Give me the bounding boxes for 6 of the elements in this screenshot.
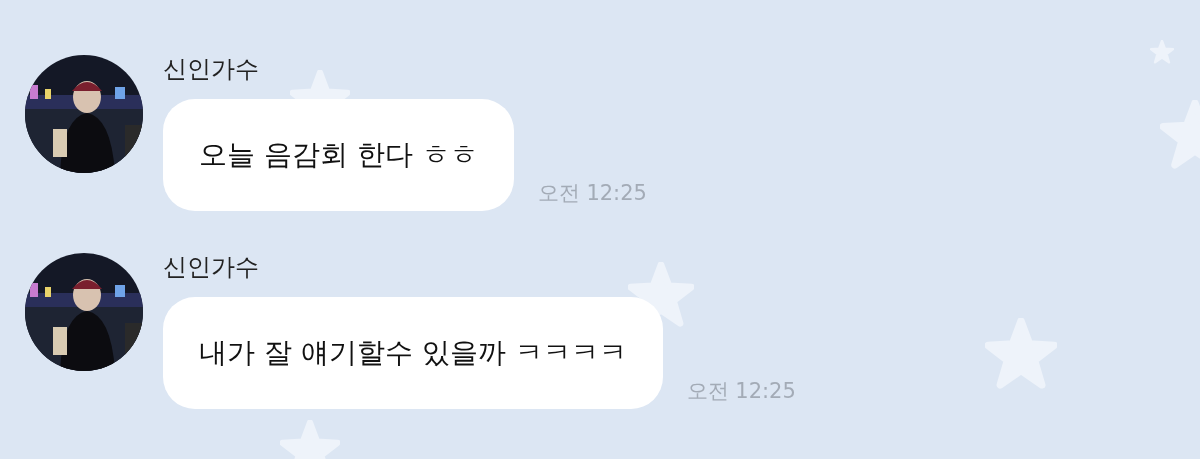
message-time: 오전 12:25 (686, 377, 796, 405)
message-bubble: 오늘 음감회 한다 ㅎㅎ (163, 99, 514, 211)
sender-name: 신인가수 (163, 252, 259, 283)
message-bubble: 내가 잘 얘기할수 있을까 ㅋㅋㅋㅋ (163, 297, 663, 409)
message-time: 오전 12:25 (537, 179, 647, 207)
sender-name: 신인가수 (163, 54, 259, 85)
